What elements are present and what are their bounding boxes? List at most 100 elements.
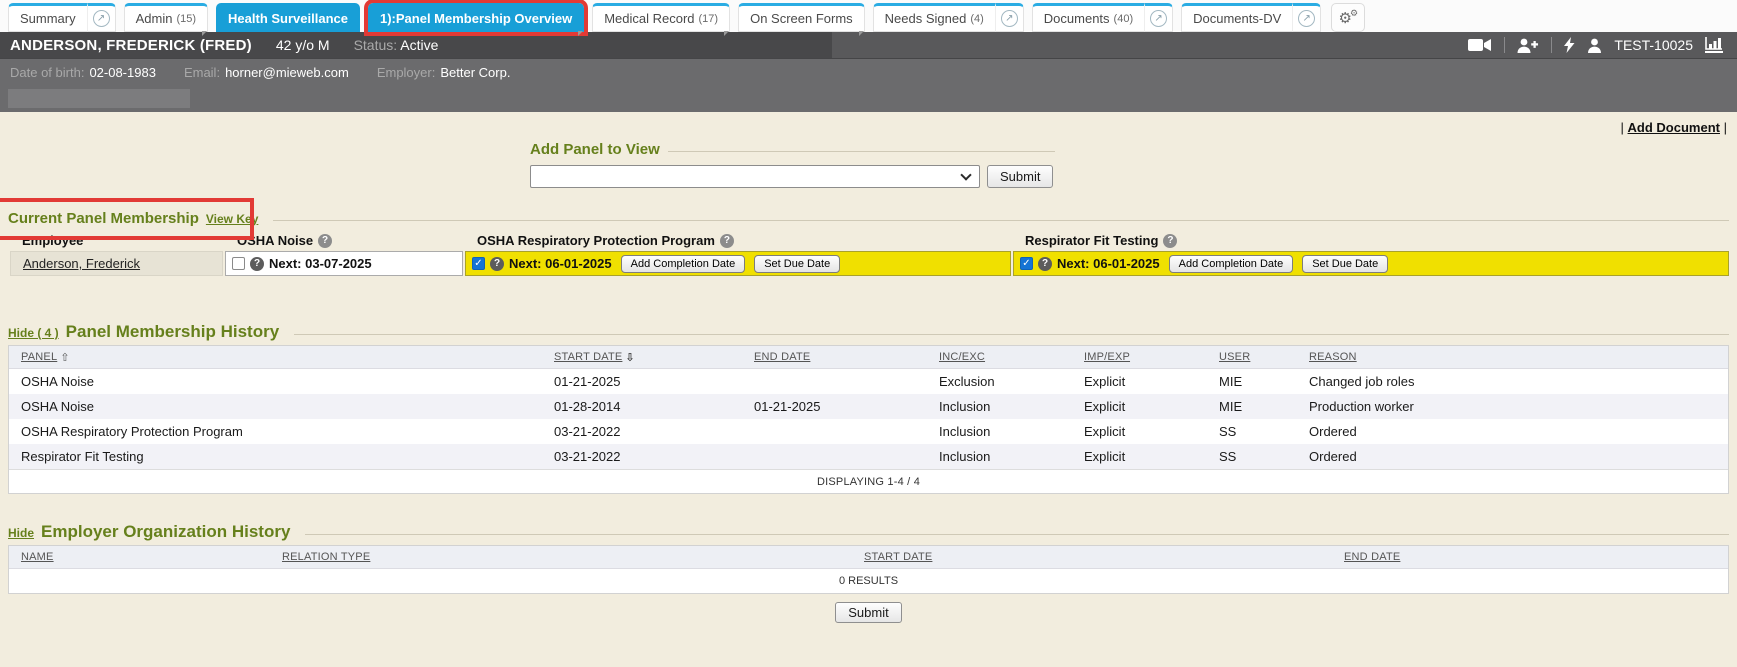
patient-employer: Employer: Better Corp.	[377, 65, 511, 80]
panel-select[interactable]	[530, 165, 980, 188]
tab-group-summary: Summary ↗	[8, 3, 116, 32]
paging-status: DISPLAYING 1-4 / 4	[9, 469, 1728, 493]
hide-employer-link[interactable]: Hide	[8, 526, 34, 540]
employee-link[interactable]: Anderson, Frederick	[23, 256, 140, 271]
column-header-end-date: END DATE	[1332, 551, 1728, 563]
osha-respiratory-cell: ✓ ? Next: 06-01-2025 Add Completion Date…	[465, 251, 1011, 276]
main-content: | Add Document | Add Panel to View Submi…	[0, 120, 1737, 623]
add-document-bar: | Add Document |	[8, 120, 1729, 135]
employer-history-title: Employer Organization History	[41, 522, 290, 542]
patient-name-segment: ANDERSON, FREDERICK (FRED) 42 y/o M Stat…	[0, 32, 832, 58]
current-panel-column-headers: Employee OSHA Noise ? OSHA Respiratory P…	[10, 230, 1729, 251]
dropdown-fold-icon	[724, 31, 729, 36]
table-row: OSHA Noise 01-28-2014 01-21-2025 Inclusi…	[9, 394, 1728, 419]
popout-icon: ↗	[1001, 10, 1018, 27]
employee-cell: Anderson, Frederick	[10, 251, 223, 276]
popout-icon: ↗	[1150, 10, 1167, 27]
tab-label: Summary	[20, 11, 76, 26]
user-id-badge[interactable]: TEST-10025	[1614, 37, 1693, 53]
sort-ascending-icon[interactable]: ⇧	[60, 351, 69, 364]
tab-bar: Summary ↗ Admin (15) Health Surveillance…	[0, 0, 1737, 32]
add-panel-legend: Add Panel to View	[530, 141, 660, 158]
current-panel-row: Anderson, Frederick ✓ ? Next: 03-07-2025…	[10, 251, 1729, 276]
help-icon[interactable]: ?	[720, 234, 734, 248]
osha-noise-cell: ✓ ? Next: 03-07-2025	[225, 251, 463, 276]
help-icon[interactable]: ?	[318, 234, 332, 248]
header-actions: TEST-10025	[1468, 37, 1737, 53]
help-icon[interactable]: ?	[1163, 234, 1177, 248]
fieldset-line	[273, 220, 1729, 221]
add-completion-date-button[interactable]: Add Completion Date	[1169, 255, 1294, 273]
tab-label: Documents-DV	[1193, 11, 1281, 26]
divider	[1551, 37, 1552, 53]
tab-label: Medical Record	[604, 11, 694, 26]
add-document-link[interactable]: Add Document	[1628, 120, 1720, 135]
popout-icon: ↗	[93, 10, 110, 27]
add-panel-submit-button[interactable]: Submit	[987, 165, 1053, 188]
tab-summary[interactable]: Summary	[8, 3, 88, 32]
patient-name: ANDERSON, FREDERICK (FRED)	[10, 37, 252, 54]
column-header-end-date: END DATE	[742, 351, 927, 363]
tab-needs-signed[interactable]: Needs Signed (4)	[873, 3, 996, 32]
current-panel-header: Current Panel Membership View Key	[8, 210, 1729, 227]
chevron-down-icon	[960, 169, 971, 180]
help-icon[interactable]: ?	[490, 257, 504, 271]
membership-checkbox[interactable]: ✓	[232, 257, 245, 270]
column-header-inc-exc: INC/EXC	[927, 351, 1072, 363]
table-row: OSHA Respiratory Protection Program 03-2…	[9, 419, 1728, 444]
tab-count: (15)	[176, 13, 196, 25]
patient-header: ANDERSON, FREDERICK (FRED) 42 y/o M Stat…	[0, 32, 1737, 59]
view-key-link[interactable]: View Key	[206, 212, 258, 226]
popout-button[interactable]: ↗	[1293, 3, 1321, 32]
membership-checkbox[interactable]: ✓	[472, 257, 485, 270]
reports-chart-icon[interactable]	[1705, 37, 1723, 53]
membership-history-table: PANEL⇧ START DATE⇩ END DATE INC/EXC IMP/…	[8, 345, 1729, 494]
table-row: Respirator Fit Testing 03-21-2022 Inclus…	[9, 444, 1728, 469]
person-icon[interactable]	[1587, 38, 1602, 53]
tab-admin[interactable]: Admin (15)	[124, 3, 208, 32]
column-header-osha-noise: OSHA Noise ?	[225, 230, 463, 251]
add-person-icon[interactable]	[1517, 38, 1539, 53]
add-panel-fieldset: Add Panel to View Submit	[530, 141, 1055, 188]
employer-column-headers: NAME RELATION TYPE START DATE END DATE	[9, 546, 1728, 569]
membership-checkbox[interactable]: ✓	[1020, 257, 1033, 270]
current-panel-title: Current Panel Membership	[8, 210, 199, 227]
fieldset-line	[305, 534, 1729, 535]
set-due-date-button[interactable]: Set Due Date	[754, 255, 840, 273]
tab-label: Health Surveillance	[228, 11, 348, 26]
tab-health-surveillance[interactable]: Health Surveillance	[216, 3, 360, 32]
help-icon[interactable]: ?	[250, 257, 264, 271]
patient-age-sex: 42 y/o M	[276, 37, 330, 53]
settings-gear-button[interactable]: ⚙⚙	[1331, 3, 1365, 32]
video-camera-icon[interactable]	[1468, 38, 1492, 52]
hide-history-link[interactable]: Hide ( 4 )	[8, 326, 59, 340]
set-due-date-button[interactable]: Set Due Date	[1302, 255, 1388, 273]
bottom-submit-button[interactable]: Submit	[835, 602, 901, 623]
column-header-imp-exp: IMP/EXP	[1072, 351, 1207, 363]
popout-button[interactable]: ↗	[1145, 3, 1173, 32]
column-header-start-date: START DATE	[852, 551, 1332, 563]
add-completion-date-button[interactable]: Add Completion Date	[621, 255, 746, 273]
lightning-bolt-icon[interactable]	[1564, 37, 1575, 53]
respirator-fit-cell: ✓ ? Next: 06-01-2025 Add Completion Date…	[1013, 251, 1729, 276]
patient-email: Email: horner@mieweb.com	[184, 65, 349, 80]
tab-documents[interactable]: Documents (40)	[1032, 3, 1145, 32]
employer-history-table: NAME RELATION TYPE START DATE END DATE 0…	[8, 545, 1729, 594]
column-header-start-date: START DATE⇩	[542, 351, 742, 364]
next-due-date: Next: 06-01-2025	[1057, 256, 1160, 271]
tab-panel-membership-overview[interactable]: 1):Panel Membership Overview	[368, 3, 584, 32]
fieldset-line	[294, 334, 1729, 335]
help-icon[interactable]: ?	[1038, 257, 1052, 271]
date-of-birth: Date of birth: 02-08-1983	[10, 65, 156, 80]
membership-history-header: Hide ( 4 ) Panel Membership History	[8, 322, 1729, 342]
popout-button[interactable]: ↗	[88, 3, 116, 32]
results-count: 0 RESULTS	[9, 569, 1728, 593]
tab-on-screen-forms[interactable]: On Screen Forms	[738, 3, 865, 32]
patient-header-footer	[0, 86, 1737, 112]
popout-button[interactable]: ↗	[996, 3, 1024, 32]
tab-label: Needs Signed	[885, 11, 967, 26]
tab-documents-dv[interactable]: Documents-DV	[1181, 3, 1293, 32]
column-header-panel: PANEL⇧	[9, 351, 542, 364]
tab-medical-record[interactable]: Medical Record (17)	[592, 3, 730, 32]
sort-descending-icon[interactable]: ⇩	[625, 351, 634, 364]
